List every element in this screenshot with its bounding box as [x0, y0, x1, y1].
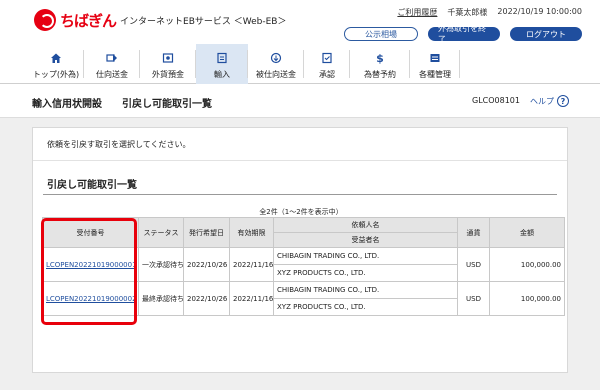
table-row: LCOPEN20221019000002 最終承認待ち 2022/10/26 2…	[42, 281, 565, 316]
beneficiary-cell: XYZ PRODUCTS CO., LTD.	[273, 298, 458, 316]
nav-fx-contract[interactable]: $ 為替予約	[350, 44, 410, 84]
header-buttons: 公示相場 外為取引を終了 ログアウト	[344, 24, 582, 44]
service-name: インターネットEBサービス ＜Web-EB＞	[120, 16, 287, 27]
svg-text:$: $	[376, 52, 384, 64]
home-icon	[50, 52, 62, 64]
ref-cell: LCOPEN20221019000001	[42, 247, 139, 282]
usage-history-link[interactable]: ご利用履歴	[397, 7, 437, 18]
nav-label: 承認	[319, 70, 335, 79]
ref-link[interactable]: LCOPEN20221019000001	[46, 261, 137, 269]
beneficiary-cell: XYZ PRODUCTS CO., LTD.	[273, 264, 458, 282]
nav-deposit[interactable]: 外貨預金	[140, 44, 196, 84]
col-beneficiary: 受益者名	[273, 232, 458, 248]
screen-id: GLCO08101	[472, 96, 520, 105]
nav-label: 各種管理	[419, 70, 451, 79]
header: ちばぎん インターネットEBサービス ＜Web-EB＞ ご利用履歴 千葉太郎様 …	[0, 0, 600, 44]
import-icon	[216, 52, 228, 64]
logout-button[interactable]: ログアウト	[510, 27, 582, 41]
currency-cell: USD	[457, 281, 490, 316]
remit-out-icon	[106, 52, 118, 64]
nav-remit-in[interactable]: 被仕向送金	[248, 44, 304, 84]
nav-top[interactable]: トップ(外為)	[28, 44, 84, 84]
nav-label: 被仕向送金	[256, 70, 296, 79]
issue-date-cell: 2022/10/26	[183, 281, 230, 316]
nav-label: 為替予約	[364, 70, 396, 79]
management-icon	[429, 52, 441, 64]
login-datetime: 2022/10/19 10:00:00	[497, 7, 582, 16]
nav-remit-out[interactable]: 仕向送金	[84, 44, 140, 84]
help-label: ヘルプ	[530, 96, 554, 106]
applicant-cell: CHIBAGIN TRADING CO., LTD.	[273, 247, 458, 265]
amount-cell: 100,000.00	[489, 247, 565, 282]
amount-cell: 100,000.00	[489, 281, 565, 316]
rates-button[interactable]: 公示相場	[344, 27, 418, 41]
page-title: 引戻し可能取引一覧	[122, 99, 212, 110]
approval-icon	[321, 52, 333, 64]
col-issue-date: 発行希望日	[183, 217, 230, 248]
nav-label: トップ(外為)	[32, 70, 80, 79]
instruction-text: 依頼を引戻す取引を選択してください。	[47, 140, 191, 149]
expiry-cell: 2022/11/16	[229, 247, 274, 282]
end-fx-button[interactable]: 外為取引を終了	[428, 24, 500, 44]
ref-cell: LCOPEN20221019000002	[42, 281, 139, 316]
issue-date-cell: 2022/10/26	[183, 247, 230, 282]
col-currency: 通貨	[457, 217, 490, 248]
content-panel: 依頼を引戻す取引を選択してください。 引戻し可能取引一覧 全2件（1～2件を表示…	[32, 127, 568, 373]
brand-name: ちばぎん	[60, 11, 117, 30]
nav-label: 外貨預金	[152, 70, 184, 79]
col-status: ステータス	[138, 217, 184, 248]
applicant-cell: CHIBAGIN TRADING CO., LTD.	[273, 281, 458, 299]
deposit-icon	[162, 52, 174, 64]
nav-label: 仕向送金	[96, 70, 128, 79]
nav-approval[interactable]: 承認	[304, 44, 350, 84]
page-title-bar: 輸入信用状開設 引戻し可能取引一覧 GLCO08101 ヘルプ ?	[0, 84, 600, 118]
help-icon: ?	[557, 95, 569, 107]
table-row: LCOPEN20221019000001 一次承認待ち 2022/10/26 2…	[42, 247, 565, 282]
expiry-cell: 2022/11/16	[229, 281, 274, 316]
currency-cell: USD	[457, 247, 490, 282]
ref-link[interactable]: LCOPEN20221019000002	[46, 295, 137, 303]
col-ref: 受付番号	[42, 217, 139, 248]
user-info: ご利用履歴 千葉太郎様 2022/10/19 10:00:00	[397, 7, 582, 18]
col-expiry: 有効期限	[229, 217, 274, 248]
nav-management[interactable]: 各種管理	[410, 44, 460, 84]
help-link[interactable]: ヘルプ ?	[530, 95, 569, 107]
col-applicant: 依頼人名	[273, 217, 458, 233]
section-divider	[43, 194, 557, 195]
fx-contract-icon: $	[374, 52, 386, 64]
transaction-table: 受付番号 ステータス 発行希望日 有効期限 依頼人名 通貨 金額 受益者名 LC…	[42, 217, 565, 316]
nav-label: 輸入	[214, 70, 230, 79]
breadcrumb-category: 輸入信用状開設	[32, 99, 102, 110]
user-name: 千葉太郎様	[447, 8, 488, 17]
col-amount: 金額	[489, 217, 565, 248]
nav-import[interactable]: 輸入	[196, 44, 248, 84]
global-nav: トップ(外為) 仕向送金 外貨預金 輸入 被仕向送金 承認 $ 為替予約 各種管…	[0, 44, 600, 84]
section-title: 引戻し可能取引一覧	[47, 180, 137, 191]
result-count: 全2件（1～2件を表示中）	[259, 208, 343, 216]
remit-in-icon	[270, 52, 282, 64]
status-cell: 一次承認待ち	[138, 247, 184, 282]
divider	[33, 160, 567, 161]
bank-logo[interactable]: ちばぎん インターネットEBサービス ＜Web-EB＞	[34, 9, 286, 31]
status-cell: 最終承認待ち	[138, 281, 184, 316]
chibagin-logo-icon	[34, 9, 56, 31]
